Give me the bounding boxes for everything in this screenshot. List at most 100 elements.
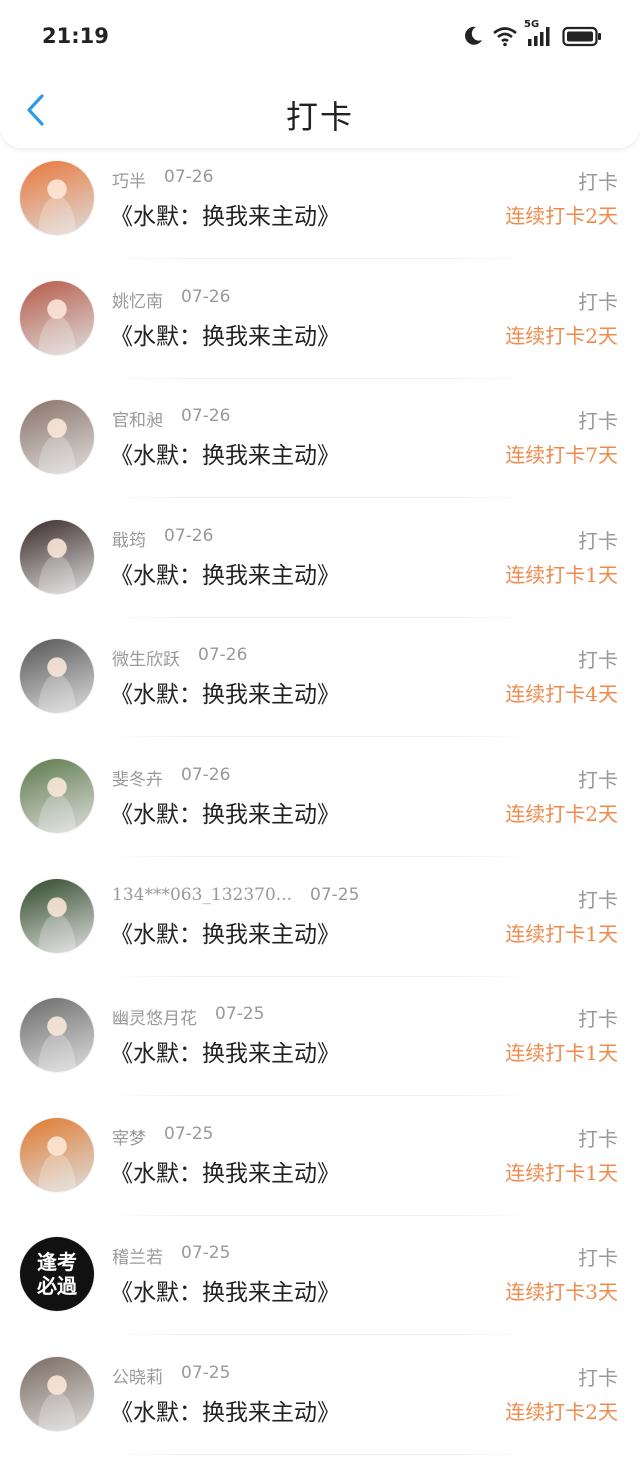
item-meta: 幽灵悠月花 07-25	[112, 1004, 264, 1029]
user-name: 公晓莉	[112, 1367, 163, 1388]
streak-label: 连续打卡1天	[505, 921, 618, 946]
divider	[100, 1453, 540, 1455]
page-title: 打卡	[285, 98, 354, 136]
item-meta: 宰梦 07-25	[112, 1124, 213, 1149]
checkin-date: 07-26	[181, 764, 231, 785]
user-name: 幽灵悠月花	[112, 1009, 197, 1030]
checkin-label: 打卡	[578, 170, 618, 194]
streak-label: 连续打卡2天	[505, 1399, 618, 1424]
checkin-date: 07-26	[181, 286, 231, 307]
item-meta: 稽兰若 07-25	[112, 1243, 230, 1268]
header: 21:19 5G 打卡	[0, 0, 640, 148]
streak-label: 连续打卡1天	[505, 1041, 618, 1066]
list-item[interactable]: 逢考必過 稽兰若 07-25 《水默：换我来主动》 打卡 连续打卡3天	[0, 1224, 640, 1344]
streak-label: 连续打卡2天	[505, 204, 618, 228]
book-title[interactable]: 《水默：换我来主动》	[110, 317, 340, 351]
list-item[interactable]: 斐冬卉 07-26 《水默：换我来主动》 打卡 连续打卡2天	[0, 746, 640, 866]
list-item[interactable]: 姚忆南 07-26 《水默：换我来主动》 打卡 连续打卡2天	[0, 268, 640, 388]
list-item[interactable]: 微生欣跃 07-26 《水默：换我来主动》 打卡 连续打卡4天	[0, 626, 640, 746]
item-meta: 微生欣跃 07-26	[112, 645, 247, 670]
divider	[100, 616, 540, 618]
book-title[interactable]: 《水默：换我来主动》	[110, 556, 340, 590]
item-meta: 姚忆南 07-26	[112, 287, 230, 312]
user-name: 稽兰若	[112, 1248, 163, 1269]
streak-label: 连续打卡1天	[505, 1160, 618, 1185]
divider	[100, 975, 540, 977]
book-title[interactable]: 《水默：换我来主动》	[110, 915, 340, 949]
divider	[100, 497, 540, 499]
streak-label: 连续打卡2天	[505, 323, 618, 348]
list-item[interactable]: 幽灵悠月花 07-25 《水默：换我来主动》 打卡 连续打卡1天	[0, 985, 640, 1105]
list-item[interactable]: 官和昶 07-26 《水默：换我来主动》 打卡 连续打卡7天	[0, 387, 640, 507]
battery-icon	[562, 25, 602, 47]
avatar[interactable]	[20, 280, 94, 355]
checkin-label: 打卡	[578, 1007, 618, 1032]
checkin-date: 07-25	[310, 884, 360, 905]
book-title[interactable]: 《水默：换我来主动》	[110, 197, 340, 231]
user-name: 姚忆南	[112, 291, 163, 312]
user-name: 戢筠	[112, 530, 146, 551]
status-icons: 5G	[462, 19, 602, 50]
wifi-icon	[492, 25, 518, 47]
avatar[interactable]: 逢考必過	[20, 1237, 94, 1312]
checkin-date: 07-26	[181, 406, 231, 427]
avatar[interactable]	[20, 161, 94, 235]
book-title[interactable]: 《水默：换我来主动》	[110, 1273, 340, 1307]
checkin-label: 打卡	[578, 887, 618, 912]
checkin-label: 打卡	[578, 767, 618, 792]
avatar[interactable]	[20, 400, 94, 475]
checkin-date: 07-25	[164, 1123, 214, 1144]
book-title[interactable]: 《水默：换我来主动》	[110, 795, 340, 829]
divider	[100, 736, 540, 738]
list-item[interactable]: 巧半 07-26 《水默：换我来主动》 打卡 连续打卡2天	[0, 148, 640, 268]
checkin-list: 巧半 07-26 《水默：换我来主动》 打卡 连续打卡2天 姚忆南 07-26 …	[0, 148, 640, 1464]
nav-bar: 打卡	[0, 72, 640, 148]
checkin-label: 打卡	[578, 648, 618, 673]
book-title[interactable]: 《水默：换我来主动》	[110, 675, 340, 709]
checkin-label: 打卡	[578, 1365, 618, 1390]
checkin-date: 07-25	[181, 1362, 231, 1383]
list-item[interactable]: 公晓莉 07-25 《水默：换我来主动》 打卡 连续打卡2天	[0, 1344, 640, 1464]
avatar[interactable]	[20, 758, 94, 833]
checkin-date: 07-26	[164, 525, 214, 546]
checkin-date: 07-25	[215, 1004, 265, 1025]
avatar[interactable]	[20, 998, 94, 1073]
book-title[interactable]: 《水默：换我来主动》	[110, 436, 340, 470]
streak-label: 连续打卡3天	[505, 1280, 618, 1305]
status-bar: 21:19 5G	[0, 0, 640, 72]
divider	[100, 1095, 540, 1097]
item-meta: 官和昶 07-26	[112, 406, 230, 431]
divider	[100, 258, 540, 259]
moon-icon	[462, 25, 484, 47]
avatar[interactable]	[20, 519, 94, 594]
avatar[interactable]	[20, 1117, 94, 1192]
divider	[100, 377, 540, 379]
divider	[100, 1214, 540, 1216]
checkin-date: 07-26	[198, 645, 248, 666]
status-time: 21:19	[42, 24, 109, 48]
book-title[interactable]: 《水默：换我来主动》	[110, 1393, 340, 1427]
checkin-label: 打卡	[578, 1126, 618, 1151]
list-item[interactable]: 134***063_132370... 07-25 《水默：换我来主动》 打卡 …	[0, 866, 640, 986]
user-name: 微生欣跃	[112, 650, 180, 671]
divider	[100, 855, 540, 857]
book-title[interactable]: 《水默：换我来主动》	[110, 1034, 340, 1068]
item-meta: 戢筠 07-26	[112, 526, 213, 551]
item-meta: 巧半 07-26	[112, 167, 213, 192]
list-item[interactable]: 戢筠 07-26 《水默：换我来主动》 打卡 连续打卡1天	[0, 507, 640, 627]
book-title[interactable]: 《水默：换我来主动》	[110, 1154, 340, 1188]
checkin-label: 打卡	[578, 1246, 618, 1271]
signal-icon: 5G	[524, 19, 554, 47]
avatar[interactable]	[20, 1356, 94, 1431]
avatar[interactable]	[20, 878, 94, 953]
user-name: 官和昶	[112, 411, 163, 432]
checkin-label: 打卡	[578, 289, 618, 314]
checkin-label: 打卡	[578, 409, 618, 434]
avatar[interactable]	[20, 639, 94, 714]
user-name: 宰梦	[112, 1128, 146, 1149]
streak-label: 连续打卡2天	[505, 801, 618, 826]
divider	[100, 1334, 540, 1336]
avatar-text: 逢考必過	[37, 1250, 77, 1299]
list-item[interactable]: 宰梦 07-25 《水默：换我来主动》 打卡 连续打卡1天	[0, 1105, 640, 1225]
streak-label: 连续打卡4天	[505, 682, 618, 707]
